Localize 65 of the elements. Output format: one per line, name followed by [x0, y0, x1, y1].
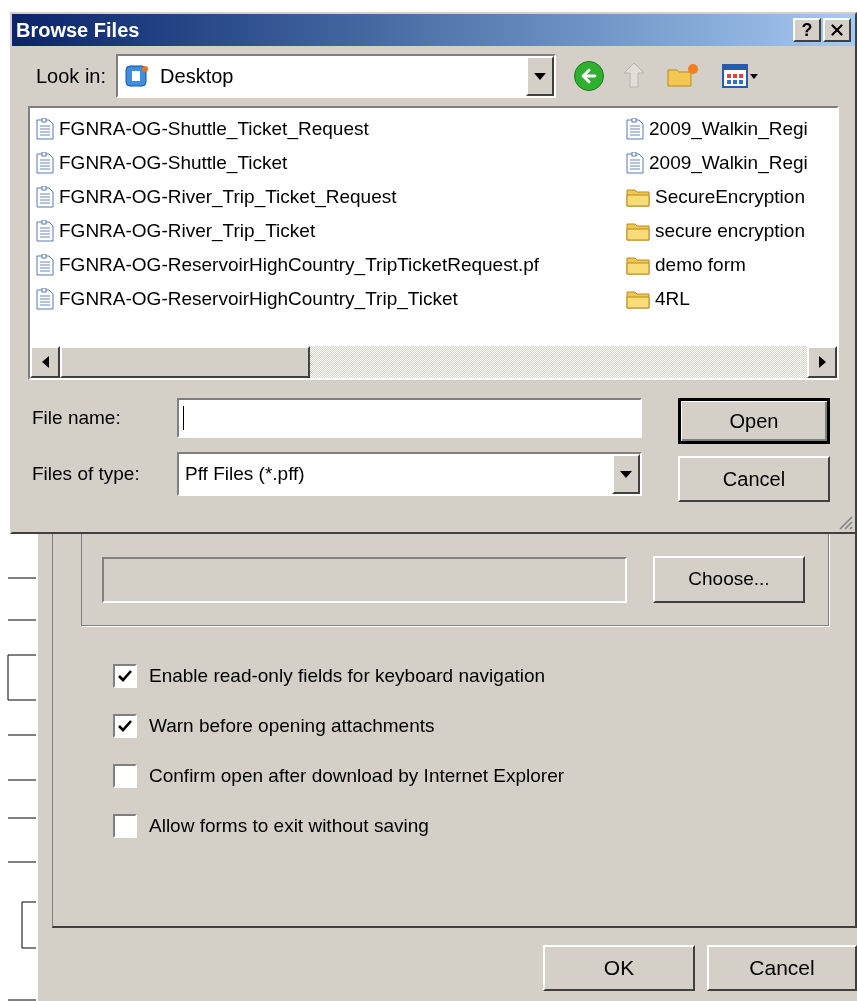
file-item[interactable]: FGNRA-OG-ReservoirHighCountry_Trip_Ticket: [36, 282, 626, 316]
option-label: Allow forms to exit without saving: [149, 813, 429, 838]
look-in-value: Desktop: [160, 64, 235, 89]
scroll-left-button[interactable]: [30, 346, 60, 378]
check-icon: [118, 670, 132, 682]
caret-icon: [620, 470, 632, 478]
checkbox[interactable]: [113, 714, 137, 738]
file-item[interactable]: FGNRA-OG-River_Trip_Ticket: [36, 214, 626, 248]
file-item[interactable]: 2009_Walkin_Regi: [626, 146, 837, 180]
file-type-dropdown[interactable]: Pff Files (*.pff): [177, 452, 642, 496]
close-icon: [828, 21, 846, 39]
file-item[interactable]: 2009_Walkin_Regi: [626, 112, 837, 146]
look-in-dropdown[interactable]: Desktop: [116, 54, 557, 98]
folder-icon: [626, 221, 650, 241]
scroll-thumb[interactable]: [60, 346, 310, 378]
folder-item[interactable]: demo form: [626, 248, 837, 282]
back-button[interactable]: [574, 61, 605, 91]
document-icon: [36, 288, 54, 310]
document-icon: [626, 152, 644, 174]
document-icon: [36, 254, 54, 276]
document-icon: [36, 220, 54, 242]
file-item[interactable]: FGNRA-OG-Shuttle_Ticket: [36, 146, 626, 180]
resize-grip-icon[interactable]: [837, 514, 853, 530]
file-item[interactable]: FGNRA-OG-River_Trip_Ticket_Request: [36, 180, 626, 214]
choose-button[interactable]: Choose...: [653, 556, 805, 603]
folder-icon: [626, 187, 650, 207]
option-label: Enable read-only fields for keyboard navigation: [149, 663, 546, 688]
ok-button[interactable]: OK: [543, 945, 695, 991]
file-item[interactable]: FGNRA-OG-ReservoirHighCountry_TripTicketRequest.pf: [36, 248, 626, 282]
close-button[interactable]: [823, 18, 851, 42]
cancel-button[interactable]: Cancel: [678, 456, 830, 502]
option-label: Confirm open after download by Internet Explorer: [149, 763, 565, 788]
document-icon: [36, 152, 54, 174]
folder-item[interactable]: 4RL: [626, 282, 837, 316]
grid-view-icon: [722, 64, 749, 88]
document-icon: [36, 118, 54, 140]
cancel-button[interactable]: Cancel: [707, 945, 857, 991]
desktop-icon: [124, 63, 151, 89]
left-arrow-icon: [41, 356, 49, 368]
file-name-label: File name:: [32, 405, 122, 430]
right-arrow-icon: [818, 356, 826, 368]
option-label: Warn before opening attachments: [149, 713, 435, 738]
checkbox[interactable]: [113, 764, 137, 788]
look-in-label: Look in:: [36, 64, 107, 89]
scroll-right-button[interactable]: [807, 346, 837, 378]
file-name-field[interactable]: [177, 398, 642, 438]
folder-icon: [626, 289, 650, 309]
file-item[interactable]: FGNRA-OG-Shuttle_Ticket_Request: [36, 112, 626, 146]
check-icon: [118, 720, 132, 732]
folder-icon: [626, 255, 650, 275]
caret-icon: [750, 73, 759, 79]
horizontal-scrollbar[interactable]: [30, 346, 837, 378]
open-button[interactable]: Open: [678, 398, 830, 444]
checkbox[interactable]: [113, 664, 137, 688]
checkbox[interactable]: [113, 814, 137, 838]
document-icon: [626, 118, 644, 140]
folder-item[interactable]: SecureEncryption: [626, 180, 837, 214]
window-title: Browse Files: [16, 18, 140, 43]
folder-item[interactable]: secure encryption: [626, 214, 837, 248]
caret-icon: [534, 72, 547, 80]
document-icon: [36, 186, 54, 208]
file-type-label: Files of type:: [32, 461, 141, 486]
file-type-value: Pff Files (*.pff): [184, 461, 306, 486]
view-menu-button[interactable]: [722, 64, 759, 88]
help-button[interactable]: ?: [793, 18, 821, 42]
